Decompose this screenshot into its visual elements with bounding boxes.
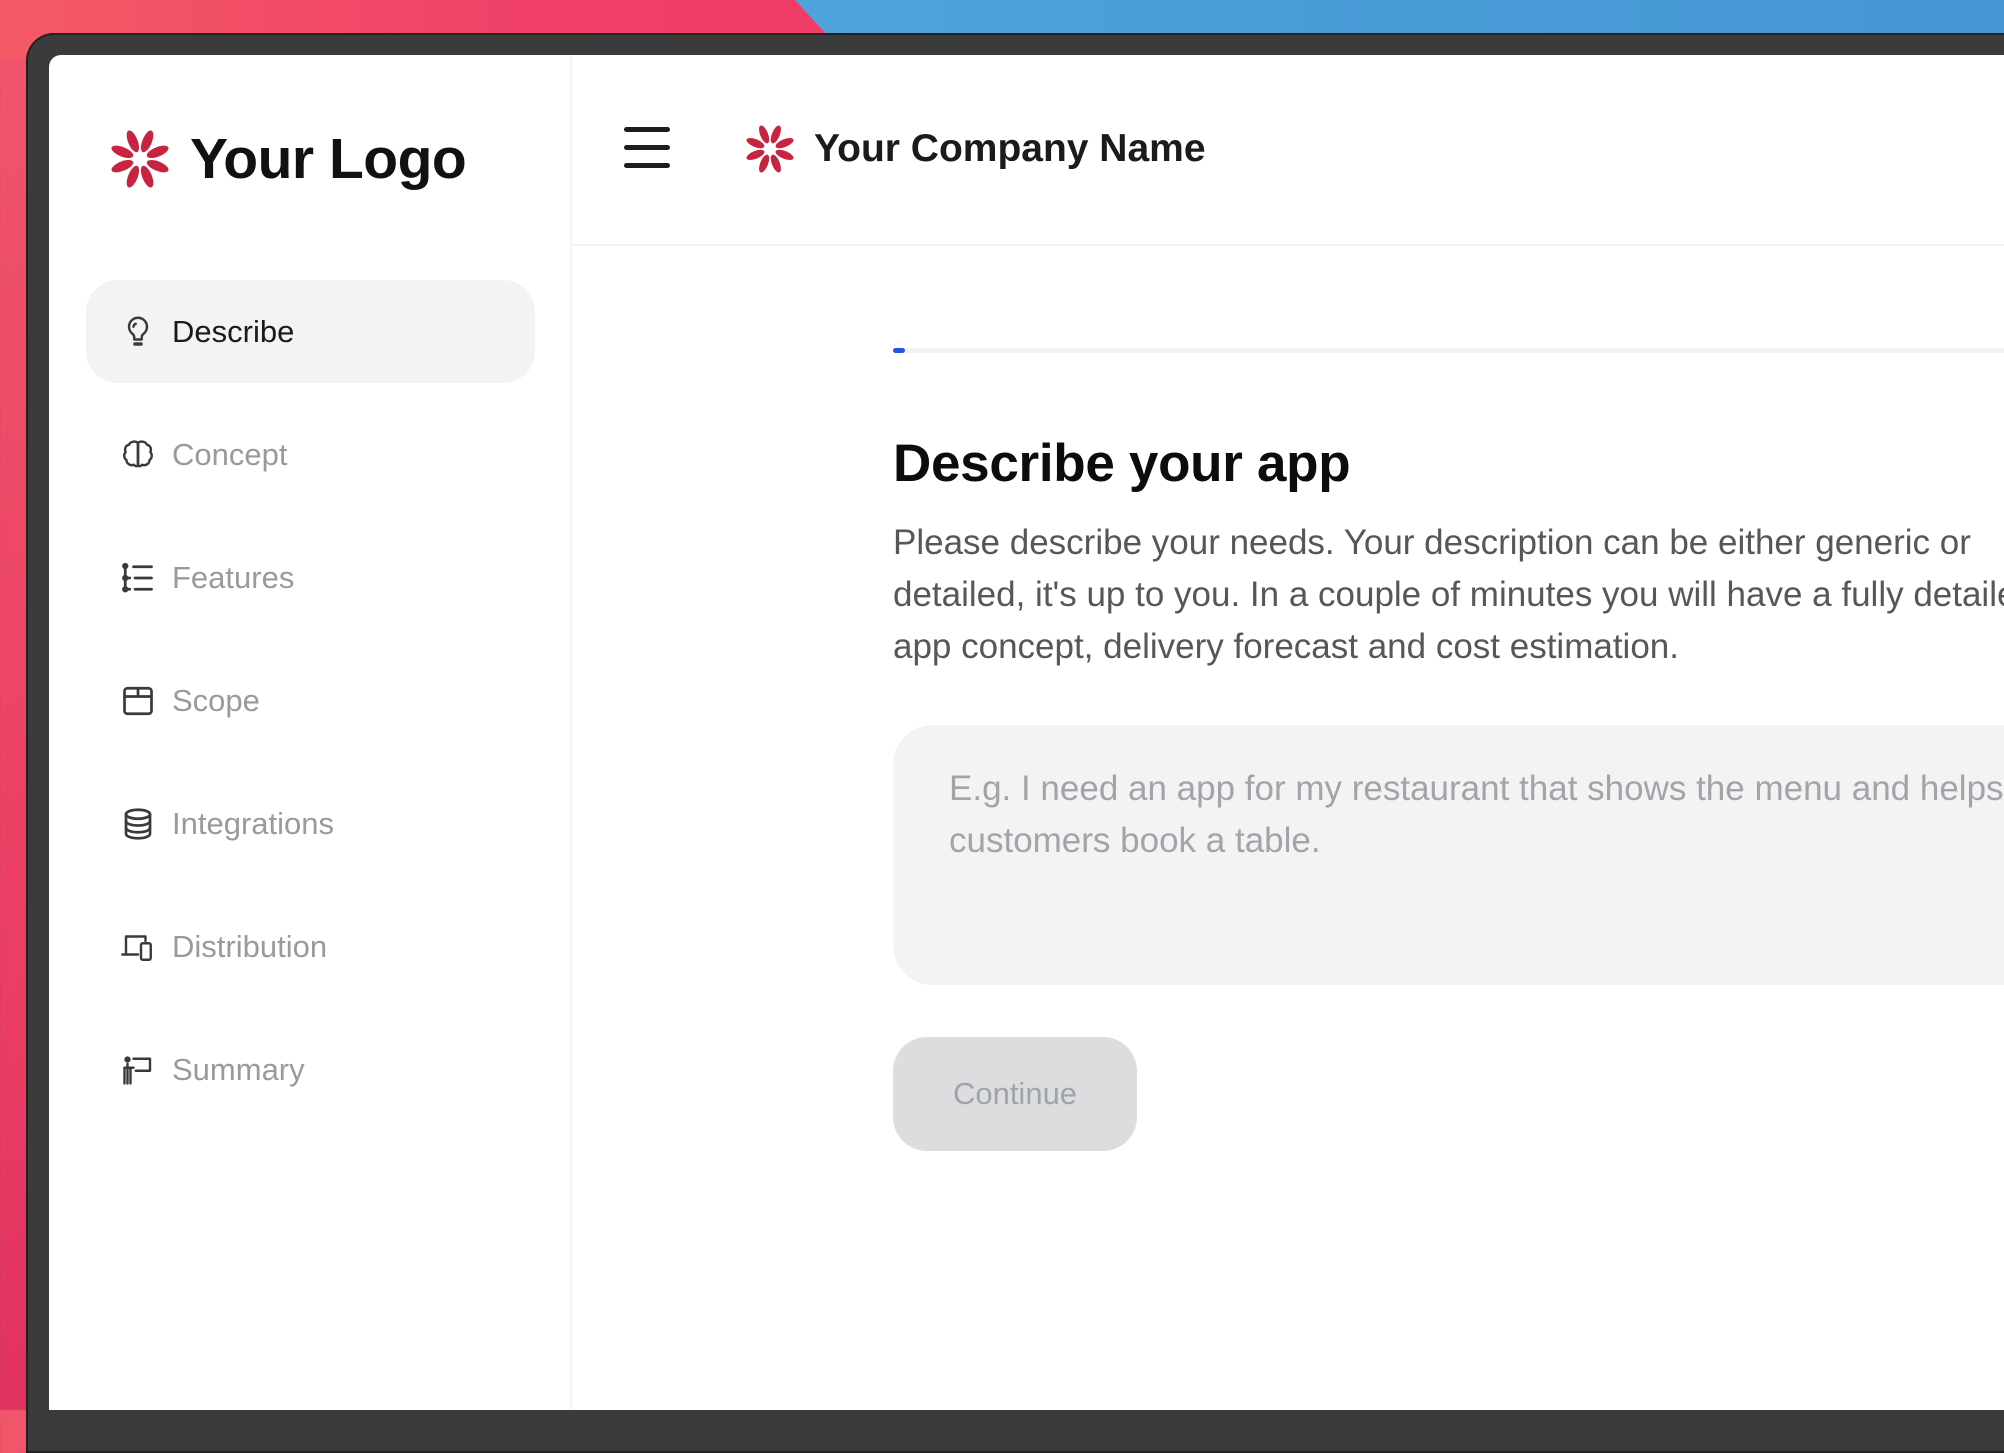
- sidebar-item-label: Features: [172, 559, 295, 595]
- sidebar-item-label: Distribution: [172, 928, 328, 964]
- sidebar-item-summary[interactable]: Summary: [86, 1018, 535, 1121]
- sidebar-item-concept[interactable]: Concept: [86, 403, 535, 506]
- progress-fill: [893, 348, 905, 353]
- page-title: Describe your app: [893, 434, 1351, 493]
- page-description: Please describe your needs. Your descrip…: [893, 523, 2004, 666]
- list-tree-icon: [120, 560, 156, 596]
- sidebar-item-label: Describe: [172, 313, 295, 349]
- sidebar-nav: Describe Concept Features Scope Integrat…: [86, 280, 535, 1141]
- logo-text: Your Logo: [190, 127, 467, 191]
- sidebar: Your Logo Describe Concept Features Scop…: [49, 55, 572, 1410]
- lightbulb-icon: [120, 314, 156, 350]
- company-name: Your Company Name: [814, 127, 1206, 170]
- sidebar-item-label: Scope: [172, 682, 260, 718]
- sidebar-item-features[interactable]: Features: [86, 526, 535, 629]
- flower-logo-icon: [111, 130, 169, 188]
- hamburger-icon[interactable]: [624, 125, 672, 169]
- app-window: Your Logo Describe Concept Features Scop…: [49, 55, 2004, 1410]
- company-brand[interactable]: Your Company Name: [742, 121, 1206, 177]
- app-description-input[interactable]: [893, 725, 2004, 985]
- sidebar-item-label: Summary: [172, 1051, 305, 1087]
- sidebar-item-describe[interactable]: Describe: [86, 280, 535, 383]
- continue-button[interactable]: Continue: [893, 1037, 1137, 1151]
- database-icon: [120, 806, 156, 842]
- devices-icon: [120, 929, 156, 965]
- sidebar-item-label: Integrations: [172, 805, 334, 841]
- box-icon: [120, 683, 156, 719]
- brain-icon: [120, 437, 156, 473]
- flower-logo-icon: [746, 125, 794, 173]
- top-header: Your Company Name: [572, 55, 2004, 246]
- sidebar-item-integrations[interactable]: Integrations: [86, 772, 535, 875]
- sidebar-item-scope[interactable]: Scope: [86, 649, 535, 752]
- brand-logo[interactable]: Your Logo: [106, 125, 467, 193]
- sidebar-item-distribution[interactable]: Distribution: [86, 895, 535, 998]
- progress-bar: [893, 348, 2004, 353]
- sidebar-item-label: Concept: [172, 436, 288, 472]
- presentation-icon: [120, 1052, 156, 1088]
